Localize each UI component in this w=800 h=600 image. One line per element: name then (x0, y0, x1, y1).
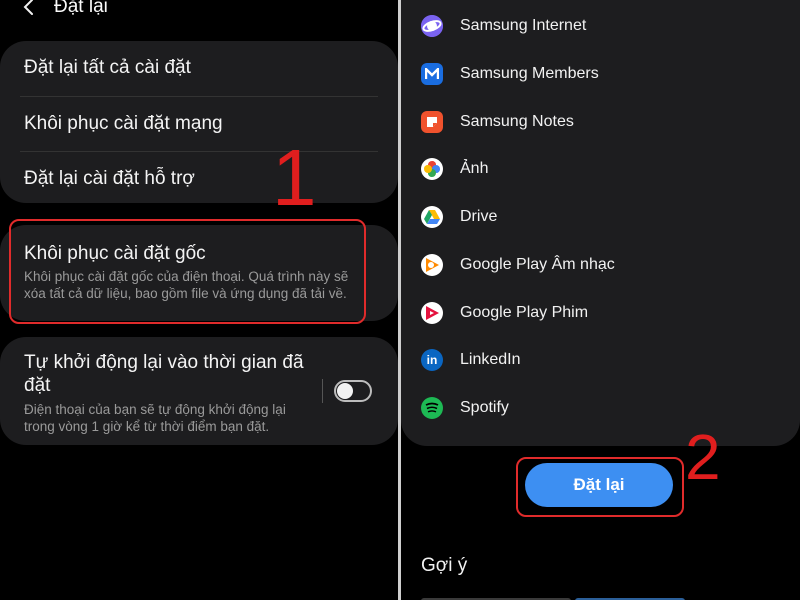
app-name: Google Play Phim (460, 304, 589, 321)
reset-all-settings-item[interactable]: Đặt lại tất cả cài đặt (24, 57, 374, 79)
toggle-knob (337, 383, 353, 399)
page-title: Đặt lại (54, 0, 108, 17)
highlight-box-1 (9, 219, 366, 324)
list-item: Google Play Âm nhạc (421, 250, 615, 280)
auto-restart-title-1: Tự khởi động lại vào thời gian đã (24, 352, 304, 373)
google-play-movies-icon (421, 302, 443, 324)
reset-network-settings-item[interactable]: Khôi phục cài đặt mạng (24, 113, 374, 135)
list-item: Samsung Members (421, 59, 599, 89)
chevron-left-icon (23, 0, 33, 15)
step-number-2: 2 (685, 421, 721, 493)
auto-restart-toggle[interactable] (334, 380, 372, 402)
linkedin-icon: in (421, 349, 443, 371)
list-item: Spotify (421, 393, 509, 423)
app-name: Spotify (460, 399, 509, 416)
list-item: Samsung Internet (421, 11, 586, 41)
divider (322, 379, 323, 403)
auto-restart-card: Tự khởi động lại vào thời gian đã đặt Đi… (0, 337, 398, 445)
auto-restart-desc-2: trong vòng 1 giờ kể từ thời điểm bạn đặt… (24, 419, 270, 434)
samsung-members-icon (421, 63, 443, 85)
app-name: Ảnh (460, 160, 489, 177)
suggestions-title: Gợi ý (421, 555, 468, 576)
divider (20, 96, 378, 97)
list-item: Drive (421, 202, 497, 232)
auto-restart-desc-1: Điện thoại của bạn sẽ tự động khởi động … (24, 402, 286, 417)
divider (20, 151, 378, 152)
google-photos-icon (421, 158, 443, 180)
app-name: Google Play Âm nhạc (460, 256, 615, 273)
app-name: Drive (460, 208, 498, 225)
step-number-1: 1 (272, 133, 317, 222)
app-name: Samsung Members (460, 65, 599, 82)
highlight-box-2 (516, 457, 684, 517)
list-item: Samsung Notes (421, 107, 574, 137)
list-item: Ảnh (421, 154, 488, 184)
list-item: Google Play Phim (421, 298, 588, 328)
app-name: Samsung Notes (460, 113, 574, 130)
app-name: LinkedIn (460, 351, 521, 368)
header: Đặt lại (0, 0, 108, 22)
apps-list-card: Samsung Internet Samsung Members Samsung… (401, 0, 800, 446)
spotify-icon (421, 397, 443, 419)
suggestions-text-cutoff (421, 590, 781, 600)
app-name: Samsung Internet (460, 17, 587, 34)
samsung-internet-icon (421, 15, 443, 37)
factory-reset-confirm-screen: Samsung Internet Samsung Members Samsung… (401, 0, 800, 600)
samsung-notes-icon (421, 111, 443, 133)
google-play-music-icon (421, 254, 443, 276)
google-drive-icon (421, 206, 443, 228)
reset-accessibility-settings-item[interactable]: Đặt lại cài đặt hỗ trợ (24, 168, 374, 190)
reset-settings-screen: Đặt lại Đặt lại tất cả cài đặt Khôi phục… (0, 0, 398, 600)
list-item: in LinkedIn (421, 345, 521, 375)
reset-options-card: Đặt lại tất cả cài đặt Khôi phục cài đặt… (0, 41, 398, 203)
back-button[interactable] (22, 0, 40, 17)
